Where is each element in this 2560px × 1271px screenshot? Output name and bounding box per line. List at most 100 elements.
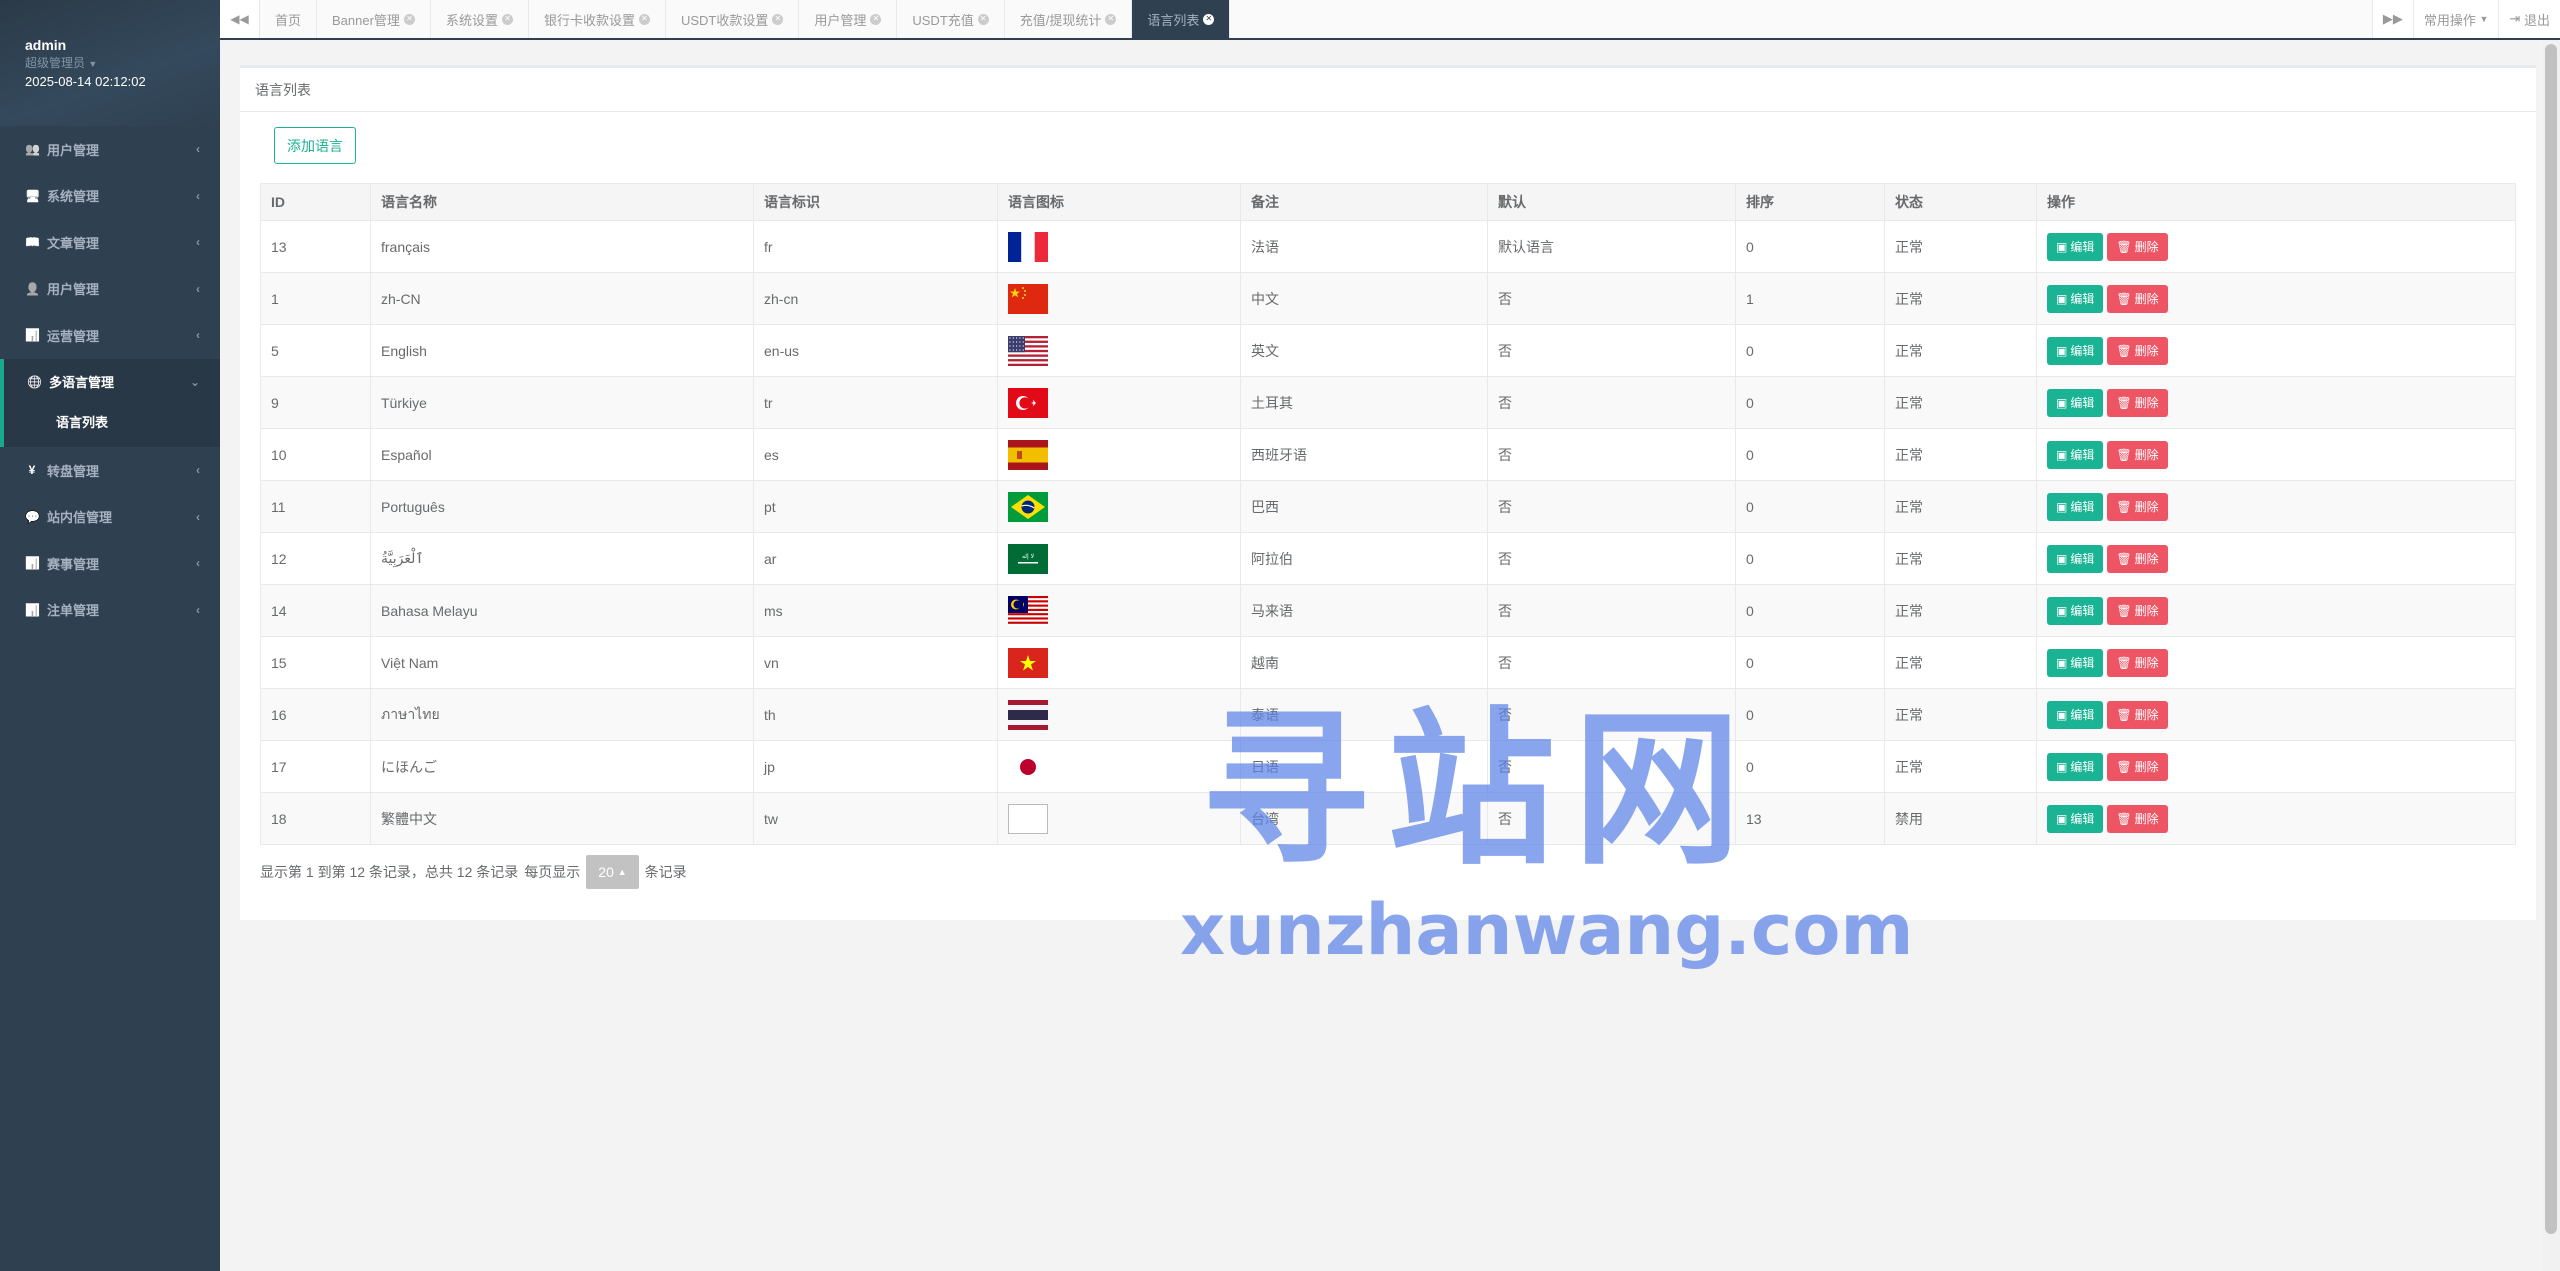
sidebar-item-link[interactable]: ¥ 转盘管理 ‹ xyxy=(0,447,220,494)
profile-role-dropdown[interactable]: 超级管理员 ▼ xyxy=(25,54,220,73)
cell-default: 否 xyxy=(1487,532,1736,585)
cell-name: ภาษาไทย xyxy=(370,688,754,741)
delete-button[interactable]: 🗑 删除 xyxy=(2107,804,2168,833)
sidebar-item-link[interactable]: 👥 用户管理 ‹ xyxy=(0,126,220,173)
edit-icon: ▣ xyxy=(2056,811,2068,826)
delete-label: 删除 xyxy=(2134,812,2159,826)
chevron-left-icon: ‹ xyxy=(196,328,200,343)
chevron-left-icon: ‹ xyxy=(196,509,200,524)
flag-fr-icon xyxy=(1008,231,1048,262)
delete-button[interactable]: 🗑 删除 xyxy=(2107,544,2168,573)
sidebar-item-link[interactable]: 📖 文章管理 ‹ xyxy=(0,219,220,266)
add-language-button[interactable]: 添加语言 xyxy=(274,127,356,164)
scrollbar-thumb[interactable] xyxy=(2545,44,2557,1234)
column-header[interactable]: 备注 xyxy=(1240,183,1488,221)
delete-button[interactable]: 🗑 删除 xyxy=(2107,752,2168,781)
vertical-scrollbar[interactable] xyxy=(2542,40,2560,1271)
sidebar-item-link[interactable]: 📊 注单管理 ‹ xyxy=(0,587,220,634)
close-tab-icon[interactable]: ✕ xyxy=(1203,13,1215,25)
close-tab-icon[interactable]: ✕ xyxy=(870,13,882,25)
delete-label: 删除 xyxy=(2134,708,2159,722)
tabs-scroll-left-button[interactable]: ◀◀ xyxy=(220,0,260,38)
column-header[interactable]: 状态 xyxy=(1884,183,2037,221)
column-header[interactable]: 语言图标 xyxy=(997,183,1241,221)
delete-label: 删除 xyxy=(2134,344,2159,358)
sidebar-item-link[interactable]: 👤 用户管理 ‹ xyxy=(0,266,220,313)
sidebar-item-link[interactable]: 📊 运营管理 ‹ xyxy=(0,312,220,359)
delete-label: 删除 xyxy=(2134,760,2159,774)
edit-button[interactable]: ▣ 编辑 xyxy=(2047,440,2104,469)
table-row: 11 Português pt 巴西否 0 正常 ▣ 编辑 🗑 删除 xyxy=(260,480,2516,533)
edit-icon: ▣ xyxy=(2056,499,2068,514)
cell-status: 正常 xyxy=(1884,636,2037,689)
edit-button[interactable]: ▣ 编辑 xyxy=(2047,700,2104,729)
edit-button[interactable]: ▣ 编辑 xyxy=(2047,492,2104,521)
close-tab-icon[interactable]: ✕ xyxy=(772,13,784,25)
tab[interactable]: USDT充值 ✕ xyxy=(897,0,1005,38)
column-header[interactable]: 默认 xyxy=(1487,183,1736,221)
edit-label: 编辑 xyxy=(2070,292,2095,306)
edit-button[interactable]: ▣ 编辑 xyxy=(2047,232,2104,261)
tab[interactable]: 系统设置 ✕ xyxy=(431,0,529,38)
sidebar-item-link[interactable]: 💬 站内信管理 ‹ xyxy=(0,494,220,541)
sidebar-item-link[interactable]: 📊 赛事管理 ‹ xyxy=(0,540,220,587)
tab[interactable]: 首页 xyxy=(260,0,318,38)
common-ops-dropdown[interactable]: 常用操作 ▼ xyxy=(2412,0,2499,38)
delete-label: 删除 xyxy=(2134,448,2159,462)
sidebar-item-link[interactable]: 🌐 多语言管理 ⌄ xyxy=(0,359,220,406)
edit-button[interactable]: ▣ 编辑 xyxy=(2047,544,2104,573)
table-body: 13 français fr 法语 默认语言 0 正常 ▣ 编辑 🗑 删除 1 zh-CN zh-c… xyxy=(260,220,2516,845)
close-tab-icon[interactable]: ✕ xyxy=(1105,13,1117,25)
sidebar-subitem[interactable]: 语言列表 xyxy=(4,405,220,437)
edit-button[interactable]: ▣ 编辑 xyxy=(2047,284,2104,313)
sidebar-item-label: 文章管理 xyxy=(47,235,100,251)
delete-button[interactable]: 🗑 删除 xyxy=(2107,336,2168,365)
tab[interactable]: 用户管理 ✕ xyxy=(799,0,898,38)
delete-button[interactable]: 🗑 删除 xyxy=(2107,700,2168,729)
tab[interactable]: 银行卡收款设置 ✕ xyxy=(529,0,666,38)
column-header[interactable]: 语言名称 xyxy=(370,183,754,221)
edit-button[interactable]: ▣ 编辑 xyxy=(2047,388,2104,417)
column-header[interactable]: 语言标识 xyxy=(753,183,998,221)
edit-button[interactable]: ▣ 编辑 xyxy=(2047,336,2104,365)
row-actions: ▣ 编辑 🗑 删除 xyxy=(2047,804,2515,833)
tab[interactable]: Banner管理 ✕ xyxy=(317,0,431,38)
delete-button[interactable]: 🗑 删除 xyxy=(2107,388,2168,417)
tabs-scroll-right-button[interactable]: ▶▶ xyxy=(2371,0,2413,38)
chevron-left-icon: ‹ xyxy=(196,281,200,296)
delete-button[interactable]: 🗑 删除 xyxy=(2107,596,2168,625)
edit-button[interactable]: ▣ 编辑 xyxy=(2047,752,2104,781)
flag-cn-icon xyxy=(1008,283,1048,314)
page-size-dropdown[interactable]: 20 ▲ xyxy=(586,855,639,889)
close-tab-icon[interactable]: ✕ xyxy=(638,13,650,25)
tab[interactable]: 充值/提现统计 ✕ xyxy=(1005,0,1133,38)
logout-button[interactable]: ⇥ 退出 xyxy=(2498,0,2560,38)
delete-button[interactable]: 🗑 删除 xyxy=(2107,648,2168,677)
sidebar-item: 👥 用户管理 ‹ xyxy=(0,126,220,173)
delete-button[interactable]: 🗑 删除 xyxy=(2107,284,2168,313)
row-actions: ▣ 编辑 🗑 删除 xyxy=(2047,388,2515,417)
column-header[interactable]: ID xyxy=(260,183,371,221)
profile-name[interactable]: admin xyxy=(25,36,220,54)
column-header[interactable]: 操作 xyxy=(2036,183,2516,221)
delete-button[interactable]: 🗑 删除 xyxy=(2107,440,2168,469)
edit-button[interactable]: ▣ 编辑 xyxy=(2047,648,2104,677)
close-tab-icon[interactable]: ✕ xyxy=(403,13,415,25)
sidebar-item-link[interactable]: 🖥 系统管理 ‹ xyxy=(0,173,220,220)
sidebar-item: 👤 用户管理 ‹ xyxy=(0,266,220,313)
table-row: 1 zh-CN zh-cn 中文否 1 正常 ▣ 编辑 🗑 删除 xyxy=(260,272,2516,325)
table-row: 12 ٱلْعَرَبِيَّةُ ar لا إله 阿拉伯否 0 正常 ▣ 编辑 🗑 删除 xyxy=(260,532,2516,585)
tab[interactable]: USDT收款设置 ✕ xyxy=(666,0,800,38)
delete-label: 删除 xyxy=(2134,500,2159,514)
sidebar-item-label: 运营管理 xyxy=(47,328,100,344)
tab-label: Banner管理 xyxy=(332,12,400,28)
edit-button[interactable]: ▣ 编辑 xyxy=(2047,596,2104,625)
cell-note: 法语 xyxy=(1240,220,1488,273)
close-tab-icon[interactable]: ✕ xyxy=(501,13,513,25)
column-header[interactable]: 排序 xyxy=(1735,183,1885,221)
edit-button[interactable]: ▣ 编辑 xyxy=(2047,804,2104,833)
tab[interactable]: 语言列表 ✕ xyxy=(1132,0,1231,38)
close-tab-icon[interactable]: ✕ xyxy=(977,13,989,25)
delete-button[interactable]: 🗑 删除 xyxy=(2107,492,2168,521)
delete-button[interactable]: 🗑 删除 xyxy=(2107,232,2168,261)
